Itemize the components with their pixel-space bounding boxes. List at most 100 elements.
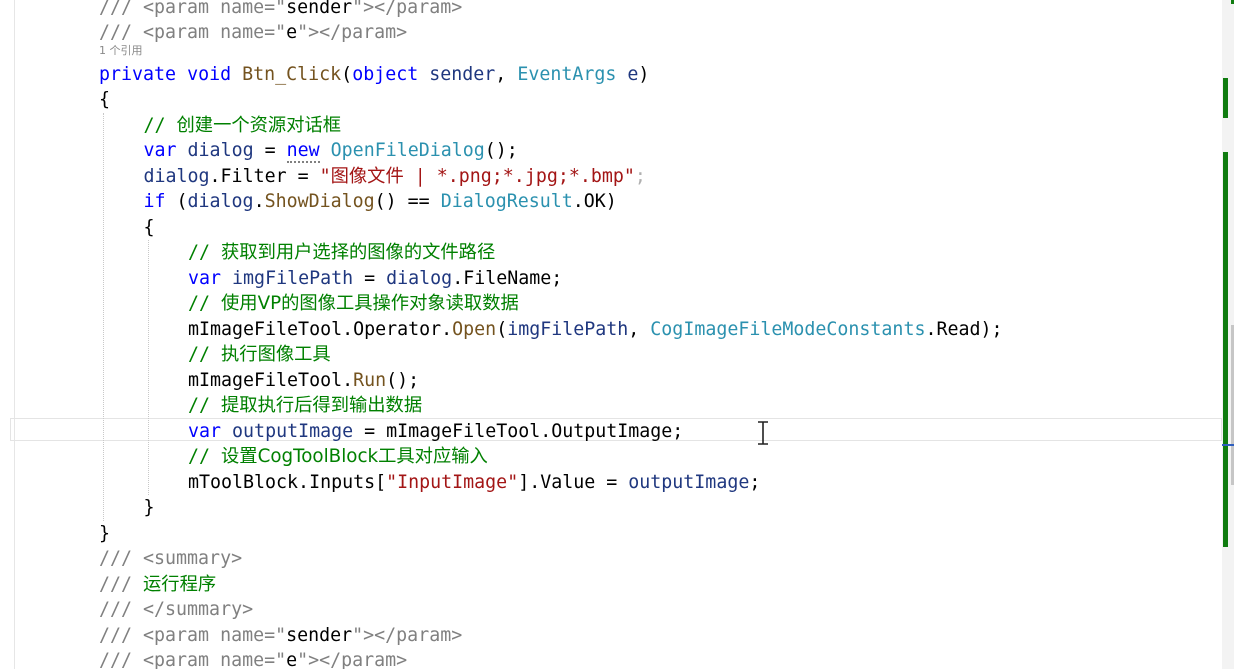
code-line[interactable]: private void Btn_Click(object sender, Ev… [99,62,649,88]
code-token: var [188,267,222,289]
code-token: dialog [187,140,254,161]
code-line[interactable]: /// <param name="sender"></param> [99,623,462,649]
code-editor[interactable]: /// <param name="sender"></param>/// <pa… [0,0,1222,669]
code-line[interactable]: mToolBlock.Inputs["InputImage"].Value = … [188,470,760,496]
code-token: EventArgs [517,63,617,85]
code-token: ( [496,318,508,340]
code-token: var [143,140,177,161]
code-token: (); [386,369,420,391]
code-token: } [99,522,111,544]
code-line[interactable]: if (dialog.ShowDialog() == DialogResult.… [144,189,617,215]
code-line[interactable]: /// 运行程序 [99,572,216,598]
code-token: dialog [143,165,210,187]
code-token: " [319,165,331,187]
code-line[interactable]: { [144,215,155,241]
code-token: sender [286,624,353,646]
vertical-scrollbar[interactable] [1222,0,1234,669]
code-token: DialogResult [440,191,573,212]
code-line[interactable]: /// </summary> [99,597,253,623]
code-token: , [628,318,651,340]
code-token: dialog [187,191,254,212]
change-marker [1223,78,1228,118]
code-token: = [353,267,387,289]
code-token: object [352,63,419,85]
code-token: "></param> [297,22,408,43]
code-token: CogImageFileModeConstants [650,318,926,340]
code-line[interactable]: // 获取到用户选择的图像的文件路径 [188,240,495,266]
code-token: ; [749,471,761,493]
code-token: new [286,140,320,163]
caret-position-marker [1222,444,1234,446]
code-line[interactable]: /// <param name="sender"></param> [99,0,462,20]
code-token: imgFilePath [507,318,629,340]
code-line[interactable]: mImageFileTool.Run(); [188,368,419,394]
code-token: /// <param name=" [99,624,287,646]
code-token: // [188,344,222,365]
code-line[interactable]: /// <param name="e"></param> [99,648,407,669]
code-token: , [495,63,518,85]
code-line[interactable]: mImageFileTool.Operator.Open(imgFilePath… [188,317,1003,343]
code-line[interactable]: /// <param name="e"></param> [99,20,407,46]
code-token: 创建一个资源对话框 [176,114,342,136]
code-token: 运行程序 [143,573,217,595]
code-token: e [286,22,298,43]
code-line[interactable]: dialog.Filter = "图像文件 | *.png;*.jpg;*.bm… [144,164,646,190]
code-token: mToolBlock.Inputs[ [188,471,387,493]
code-token: (); [484,140,518,161]
i-beam-cursor-icon [758,421,768,445]
code-token: sender [286,0,353,18]
code-token: /// [99,573,144,595]
code-line[interactable]: { [99,87,110,113]
code-line[interactable]: // 创建一个资源对话框 [144,113,342,139]
code-token: } [143,497,155,518]
code-token: "></param> [352,0,463,18]
code-token: 设置CogToolBlock工具对应输入 [221,446,488,467]
code-token: 使用VP的图像工具操作对象读取数据 [221,293,519,314]
code-line[interactable]: var dialog = new OpenFileDialog(); [144,138,518,164]
code-token: ShowDialog [264,191,375,212]
code-line[interactable]: // 提取执行后得到输出数据 [188,393,422,419]
code-token: // [188,446,222,467]
code-token: /// <summary> [99,548,243,569]
code-line[interactable]: // 设置CogToolBlock工具对应输入 [188,444,488,470]
code-token: "></param> [352,624,463,646]
code-token: sender [429,63,496,85]
reference-count-codelens[interactable]: 1 个引用 [99,43,143,59]
code-token: void [187,63,232,85]
code-token: | *.png;*.jpg;*.bmp" [403,165,635,187]
code-line[interactable]: } [144,495,155,521]
code-token: .Read); [925,318,1003,340]
code-token: 执行图像工具 [221,344,331,365]
code-line[interactable]: } [99,521,110,547]
code-token: { [99,89,111,110]
indent-guide [103,112,104,521]
code-token: private [99,63,177,85]
code-token: dialog [386,267,453,289]
code-token: /// </summary> [99,599,254,620]
code-token: "InputImage" [386,471,519,493]
code-line-current[interactable]: var outputImage = mImageFileTool.OutputI… [188,419,683,445]
code-line[interactable]: // 执行图像工具 [188,342,331,368]
code-token: .OK) [572,191,617,212]
gutter-divider [14,0,15,669]
code-token: = [253,140,287,161]
code-token: { [143,216,155,238]
code-token: .Filter = [209,165,320,187]
code-token: var [188,420,222,442]
code-token: () == [374,191,441,212]
code-token: if [143,191,166,212]
code-line[interactable]: var imgFilePath = dialog.FileName; [188,266,562,292]
code-line[interactable]: // 使用VP的图像工具操作对象读取数据 [188,291,519,317]
code-line[interactable]: /// <summary> [99,546,242,572]
code-token: 图像文件 [330,165,404,187]
code-token: ) [638,63,650,85]
code-token: ; [634,165,646,187]
code-token: /// <param name=" [99,0,287,18]
code-token: imgFilePath [232,267,354,289]
